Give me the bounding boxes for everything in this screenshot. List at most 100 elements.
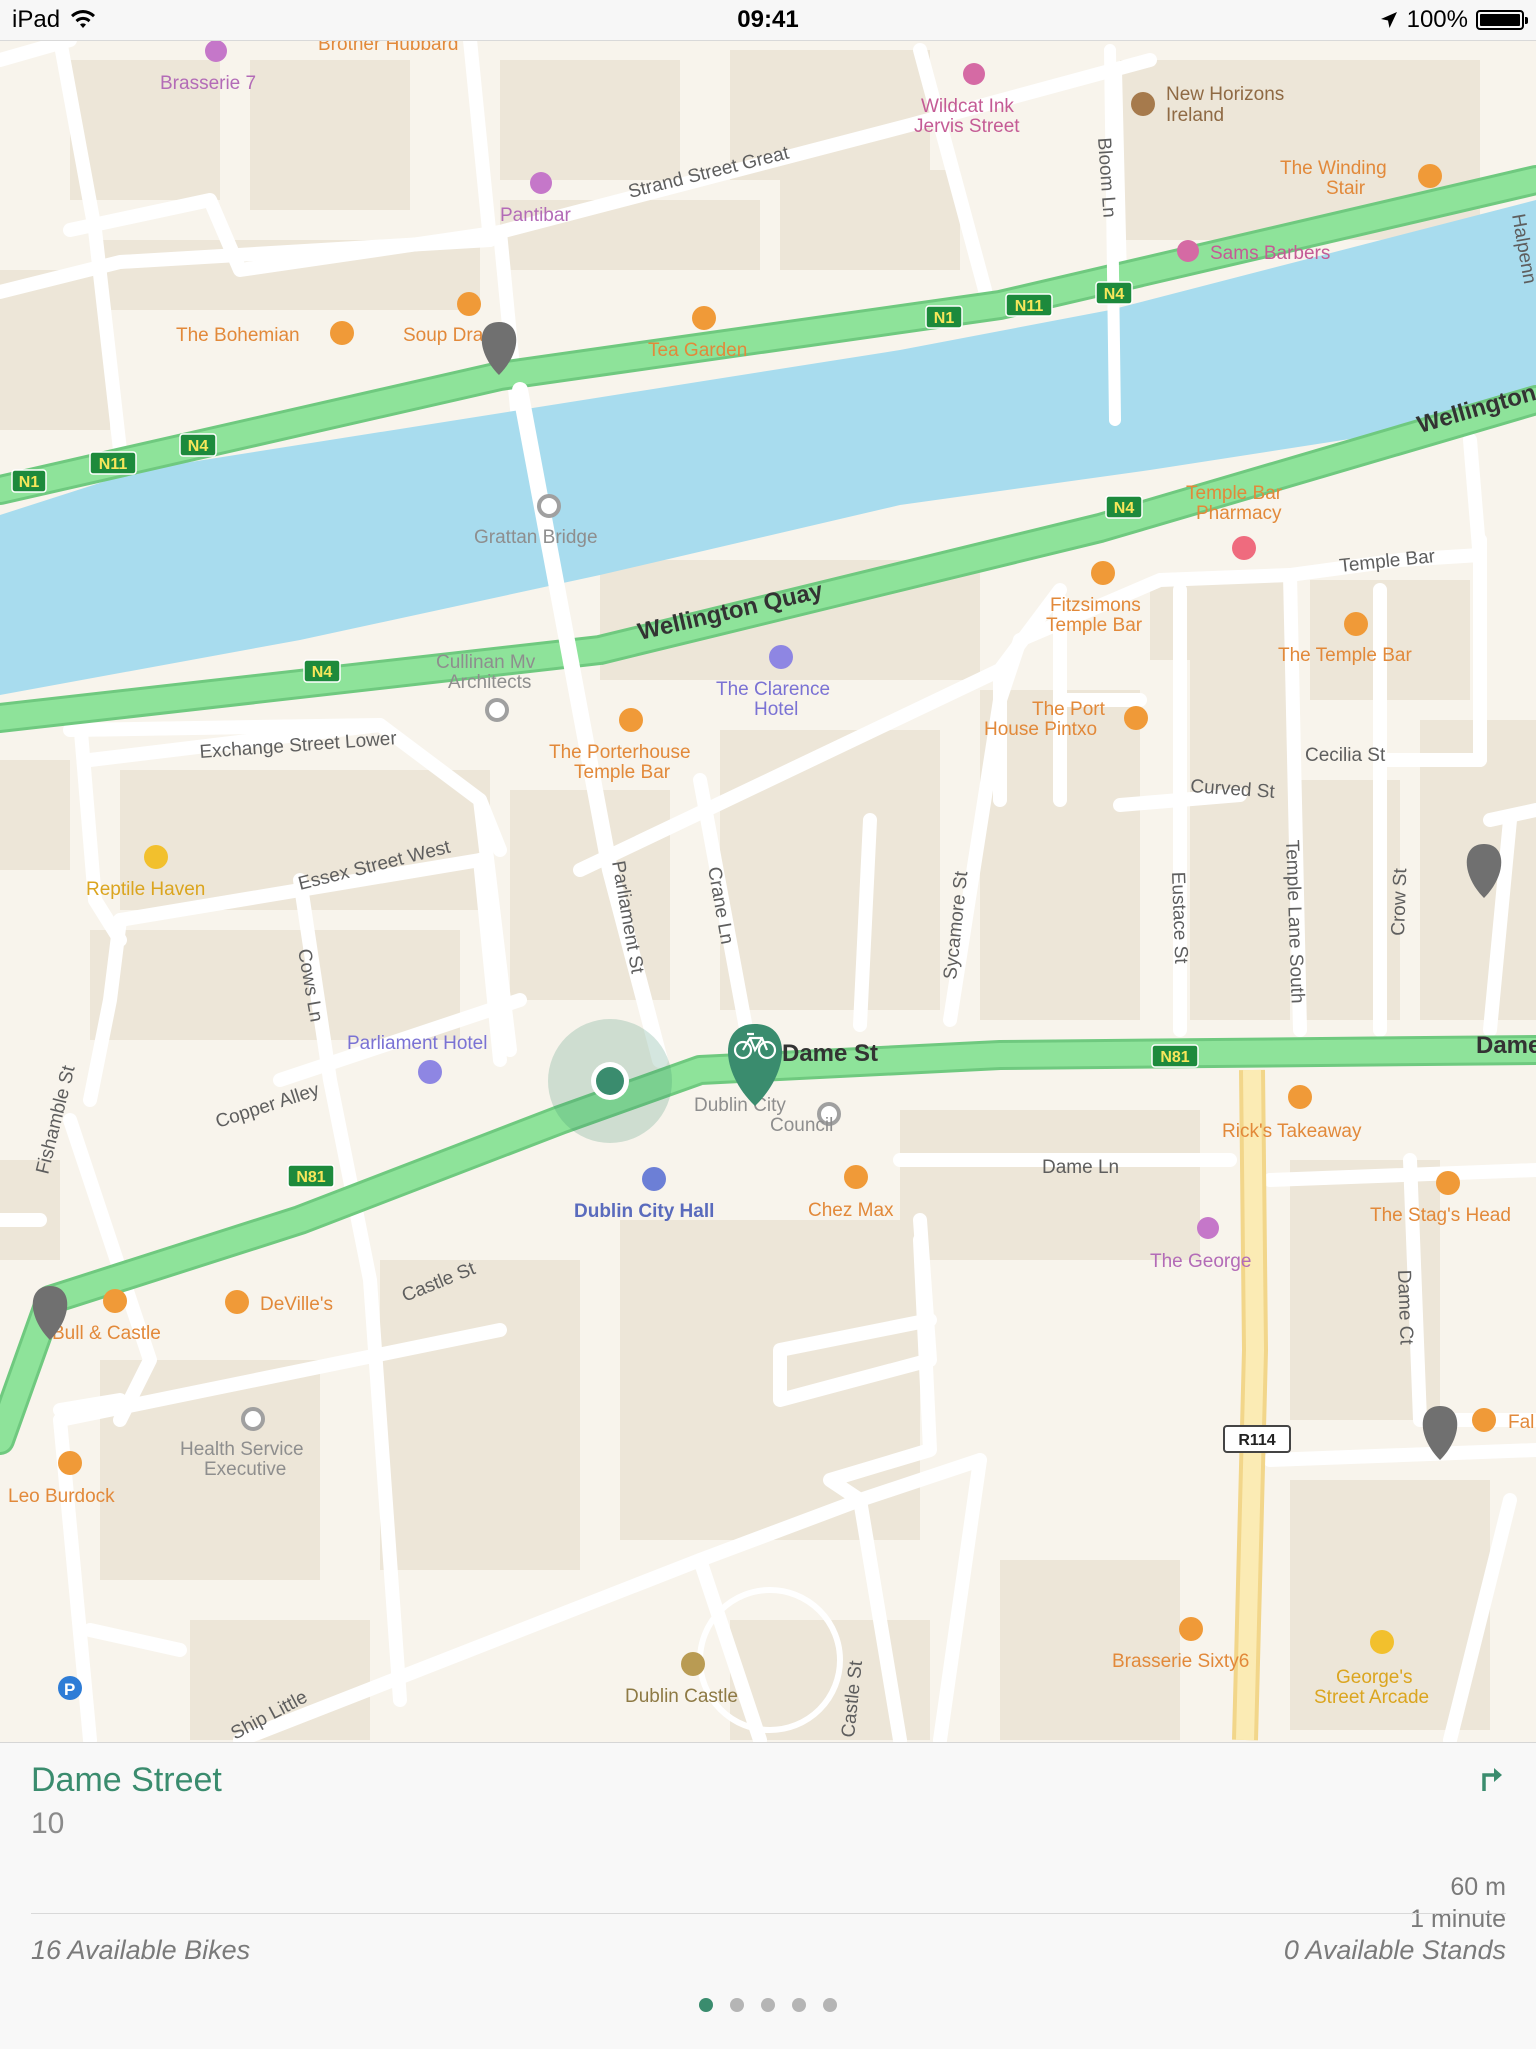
svg-text:Dublin City Hall: Dublin City Hall xyxy=(574,1201,714,1222)
svg-text:N1: N1 xyxy=(934,310,955,327)
page-dot[interactable] xyxy=(699,1998,713,2012)
page-indicator[interactable] xyxy=(0,1998,1536,2012)
restaurant-icon xyxy=(1418,164,1442,188)
station-card[interactable]: Dame Street 10 60 m 1 minute 16 Availabl… xyxy=(0,1742,1536,2049)
map-canvas[interactable]: Strand Street Great Bloom Ln Temple Bar … xyxy=(0,41,1536,1742)
pub-icon xyxy=(619,708,643,732)
street-eustace-st: Eustace St xyxy=(1167,871,1191,964)
svg-text:N4: N4 xyxy=(1114,500,1135,517)
svg-text:N81: N81 xyxy=(296,1169,325,1186)
parking-icon[interactable]: P xyxy=(58,1676,82,1700)
directions-icon[interactable] xyxy=(1476,1763,1506,1793)
svg-text:Dublin City: Dublin City xyxy=(694,1095,786,1116)
svg-text:Reptile Haven: Reptile Haven xyxy=(86,879,205,900)
pharmacy-icon xyxy=(1232,536,1256,560)
svg-text:The Stag's Head: The Stag's Head xyxy=(1370,1205,1511,1226)
restaurant-icon xyxy=(844,1165,868,1189)
page-dot[interactable] xyxy=(730,1998,744,2012)
cocktail-icon xyxy=(205,41,227,62)
svg-text:Council: Council xyxy=(770,1115,833,1136)
svg-text:P: P xyxy=(64,1680,75,1699)
svg-text:New Horizons: New Horizons xyxy=(1166,84,1284,105)
shield-n1-right: N1 xyxy=(925,305,963,329)
cocktail-icon xyxy=(530,172,552,194)
svg-text:Temple Bar: Temple Bar xyxy=(574,762,671,783)
school-icon xyxy=(1131,92,1155,116)
shield-n81-right: N81 xyxy=(1151,1044,1199,1068)
street-crow-st: Crow St xyxy=(1388,867,1411,936)
status-bar: iPad 09:41 100% xyxy=(0,0,1536,41)
divider xyxy=(31,1913,1506,1914)
svg-text:Tea Garden: Tea Garden xyxy=(648,340,747,361)
svg-text:Sams Barbers: Sams Barbers xyxy=(1210,243,1330,264)
svg-text:Health Service: Health Service xyxy=(180,1439,304,1460)
svg-text:N1: N1 xyxy=(19,474,40,491)
svg-text:Temple Bar: Temple Bar xyxy=(1046,615,1143,636)
svg-text:Stair: Stair xyxy=(1326,178,1366,199)
svg-text:Pantibar: Pantibar xyxy=(500,205,571,226)
svg-text:Temple Bar: Temple Bar xyxy=(1186,483,1283,504)
svg-text:Parliament Hotel: Parliament Hotel xyxy=(347,1033,487,1054)
cafe-icon xyxy=(457,292,481,316)
svg-text:The Porterhouse: The Porterhouse xyxy=(549,742,691,763)
scissors-icon xyxy=(963,63,985,85)
bloom-ln-road xyxy=(1104,44,1121,426)
shield-n81-left: N81 xyxy=(287,1164,335,1188)
svg-text:Architects: Architects xyxy=(448,672,531,693)
svg-text:R114: R114 xyxy=(1238,1432,1275,1449)
pub-icon xyxy=(1344,612,1368,636)
government-icon xyxy=(642,1167,666,1191)
street-dame-st: Dame St xyxy=(782,1040,878,1067)
shield-n4-quay: N4 xyxy=(1105,495,1143,519)
svg-text:N81: N81 xyxy=(1160,1049,1189,1066)
landmark-icon xyxy=(241,1407,265,1431)
svg-text:N4: N4 xyxy=(1104,286,1125,303)
shield-n11-left: N11 xyxy=(89,451,137,475)
station-walk-time: 1 minute xyxy=(1410,1905,1506,1933)
svg-text:The Temple Bar: The Temple Bar xyxy=(1278,645,1412,666)
pub-icon xyxy=(1436,1171,1460,1195)
street-dame-right: Dame xyxy=(1476,1032,1536,1059)
fastfood-icon xyxy=(58,1451,82,1475)
svg-text:Bull & Castle: Bull & Castle xyxy=(52,1323,161,1344)
svg-text:Fitzsimons: Fitzsimons xyxy=(1050,595,1141,616)
restaurant-icon xyxy=(330,321,354,345)
cocktail-icon xyxy=(1197,1217,1219,1239)
shield-n4-left: N4 xyxy=(179,433,217,457)
page-dot[interactable] xyxy=(761,1998,775,2012)
shopping-icon xyxy=(1370,1630,1394,1654)
landmark-icon xyxy=(485,698,509,722)
station-distance: 60 m xyxy=(1450,1873,1506,1901)
svg-text:Dublin Castle: Dublin Castle xyxy=(625,1686,738,1707)
shield-r114: R114 xyxy=(1223,1425,1291,1453)
page-dot[interactable] xyxy=(792,1998,806,2012)
hotel-icon xyxy=(769,645,793,669)
pub-icon xyxy=(103,1289,127,1313)
svg-text:Executive: Executive xyxy=(204,1459,286,1480)
battery-percent: 100% xyxy=(1406,6,1468,33)
svg-text:Rick's Takeaway: Rick's Takeaway xyxy=(1222,1121,1362,1142)
available-bikes: 16 Available Bikes xyxy=(31,1935,251,1965)
shield-n1: N1 xyxy=(11,469,47,493)
battery-icon xyxy=(1476,10,1528,30)
restaurant-icon xyxy=(1288,1085,1312,1109)
svg-text:N4: N4 xyxy=(188,438,209,455)
svg-text:The George: The George xyxy=(1150,1251,1251,1272)
svg-text:N4: N4 xyxy=(312,664,333,681)
restaurant-icon xyxy=(1124,706,1148,730)
svg-text:Grattan Bridge: Grattan Bridge xyxy=(474,527,598,548)
page-dot[interactable] xyxy=(823,1998,837,2012)
station-number: 10 xyxy=(31,1807,65,1840)
castle-icon xyxy=(681,1652,705,1676)
svg-text:Cullinan Mv: Cullinan Mv xyxy=(436,652,536,673)
poi-brother-hubbard: Brother Hubbard xyxy=(318,41,458,55)
poi-devilles[interactable]: DeVille's xyxy=(225,1290,333,1315)
user-location xyxy=(548,1019,672,1143)
map-view[interactable]: Strand Street Great Bloom Ln Temple Bar … xyxy=(0,41,1536,1742)
svg-text:The Bohemian: The Bohemian xyxy=(176,325,300,346)
street-cecilia-st: Cecilia St xyxy=(1305,745,1386,766)
available-stands: 0 Available Stands xyxy=(1283,1935,1506,1965)
street-dame-ln: Dame Ln xyxy=(1042,1157,1119,1178)
svg-text:Fal: Fal xyxy=(1508,1412,1534,1433)
shield-n11-right: N11 xyxy=(1005,293,1053,317)
